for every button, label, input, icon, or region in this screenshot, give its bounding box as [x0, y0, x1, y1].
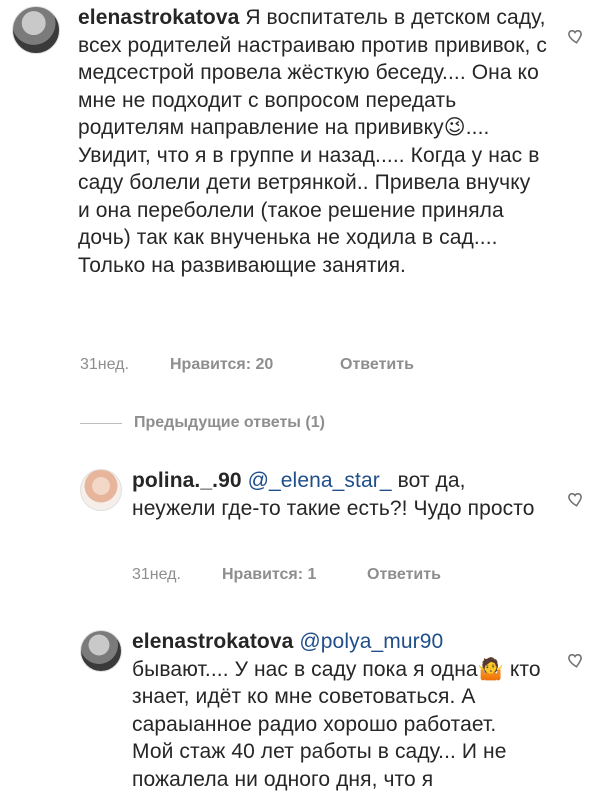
comment-meta: 31нед. Нравится: 20 Ответить	[80, 356, 414, 374]
reply-mention[interactable]: @_elena_star_	[248, 469, 392, 492]
reply-likes[interactable]: Нравится: 1	[222, 566, 367, 584]
comment-time: 31нед.	[80, 356, 129, 373]
comment-username[interactable]: elenastrokatova	[78, 6, 239, 29]
reply-text: elenastrokatova @polya_mur90 бывают.... …	[132, 628, 542, 793]
comment-text: elenastrokatova Я воспитатель в детском …	[78, 4, 548, 279]
reply-mention[interactable]: @polya_mur90	[299, 630, 443, 653]
reply-body: бывают.... У нас в саду пока я одна🤷 кто…	[132, 657, 541, 791]
reply-text: polina._.90 @_elena_star_ вот да, неужел…	[132, 467, 542, 522]
like-heart-icon[interactable]	[566, 27, 584, 45]
comment-likes[interactable]: Нравится: 20	[170, 356, 340, 374]
reply-meta: 31нед. Нравится: 1 Ответить	[132, 566, 441, 584]
reply-time: 31нед.	[132, 566, 181, 583]
like-heart-icon[interactable]	[566, 651, 584, 669]
previous-replies-label[interactable]: Предыдущие ответы (1)	[134, 414, 325, 432]
divider	[80, 422, 122, 424]
avatar[interactable]	[80, 630, 122, 672]
like-heart-icon[interactable]	[566, 490, 584, 508]
previous-replies-toggle[interactable]: Предыдущие ответы (1)	[80, 414, 325, 432]
comment-body: Я воспитатель в детском саду, всех родит…	[78, 6, 548, 277]
reply-username[interactable]: elenastrokatova	[132, 630, 293, 653]
avatar[interactable]	[80, 469, 122, 511]
avatar[interactable]	[12, 6, 60, 54]
reply-username[interactable]: polina._.90	[132, 469, 242, 492]
reply-button[interactable]: Ответить	[367, 566, 441, 584]
reply-button[interactable]: Ответить	[340, 356, 414, 374]
